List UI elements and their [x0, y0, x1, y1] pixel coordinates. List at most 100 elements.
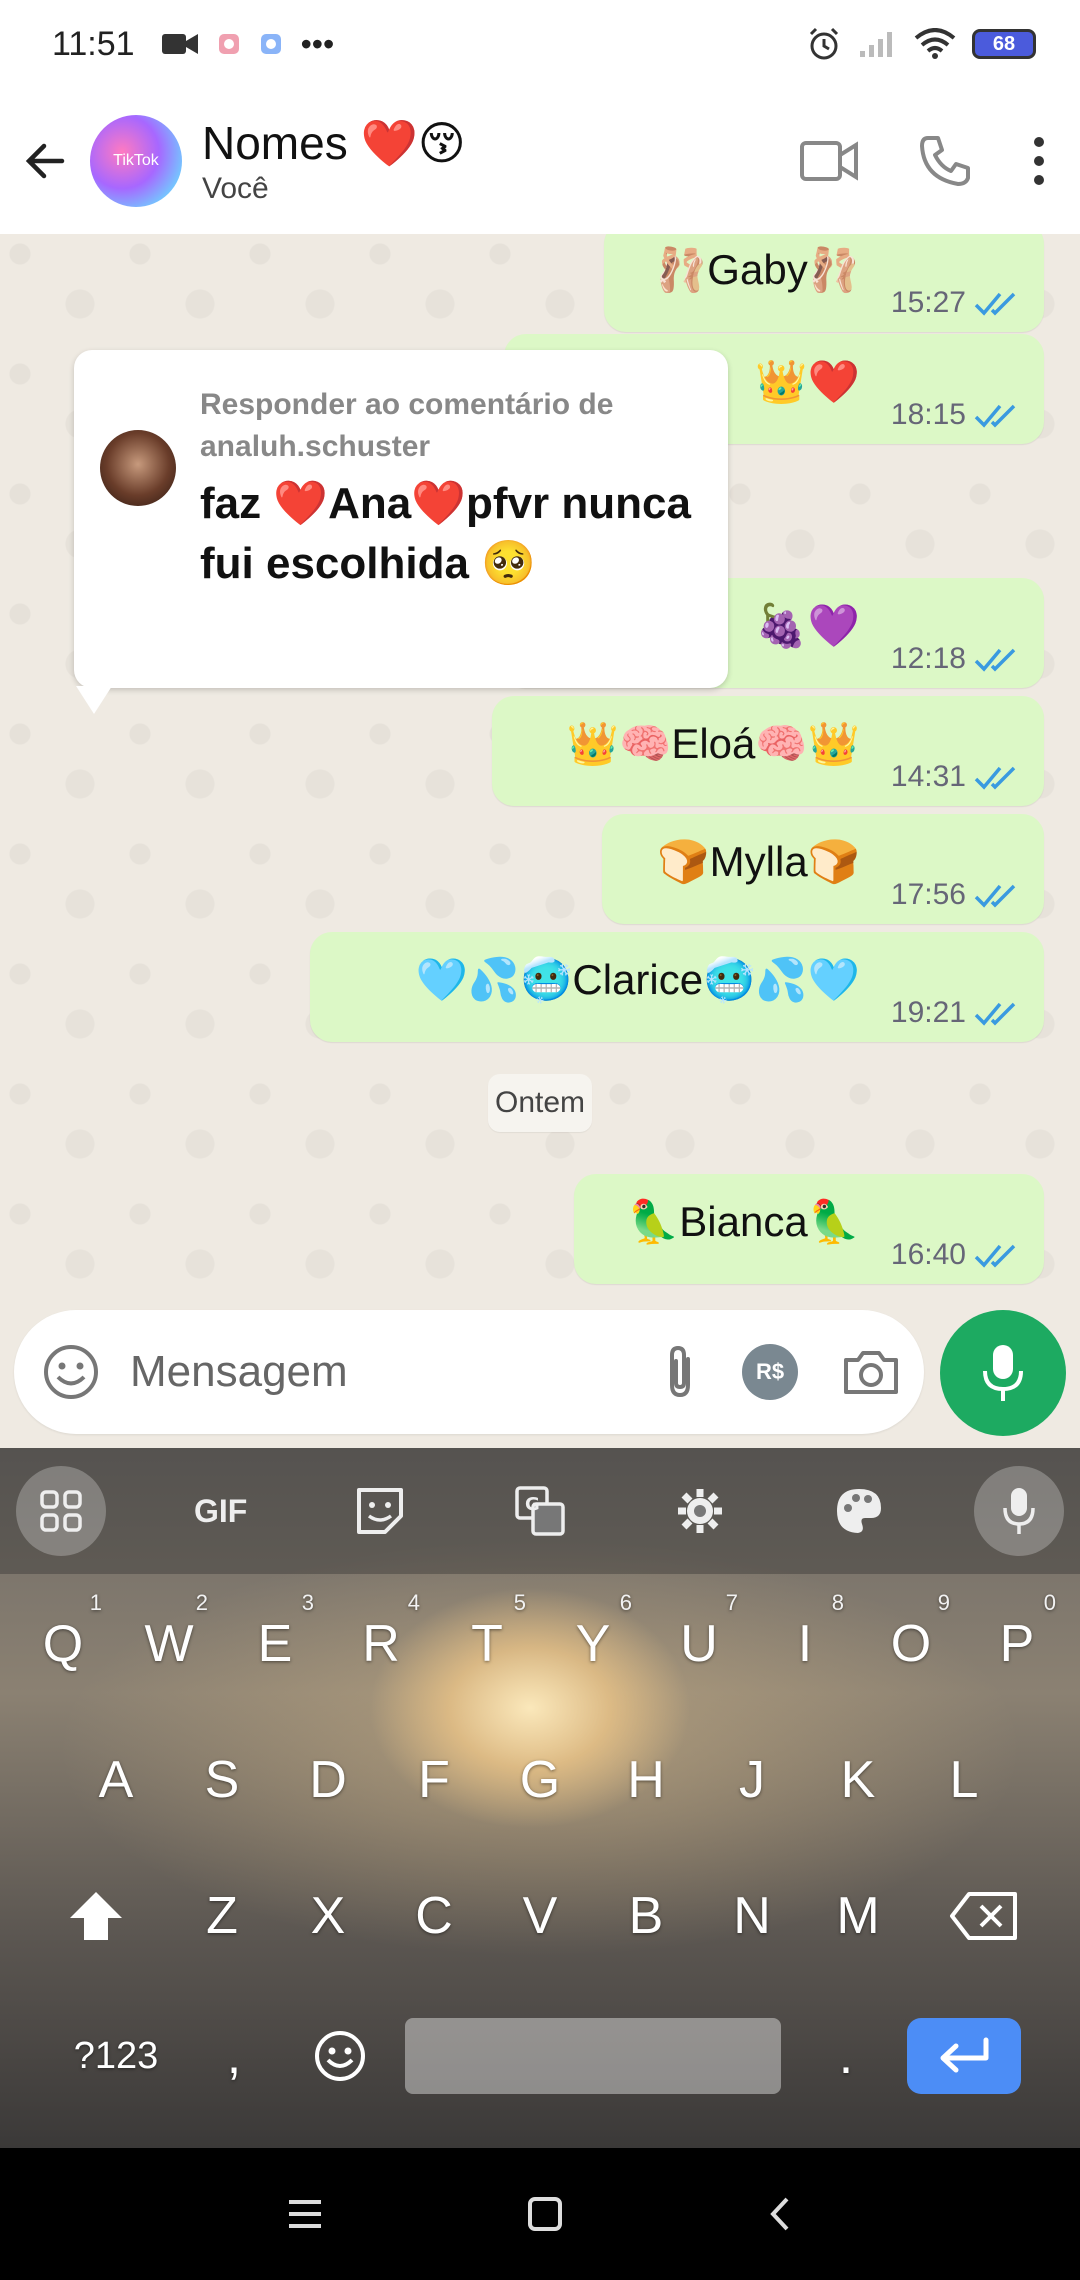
shift-key[interactable]	[43, 1856, 149, 1976]
message-time: 16:40	[890, 1238, 966, 1271]
key-w[interactable]: W2	[116, 1584, 222, 1704]
reply-comment: faz ❤️Ana❤️pfvr nunca fui escolhida 🥺	[200, 479, 691, 588]
chat-title-block[interactable]: Nomes ❤️😚 Você	[202, 116, 466, 206]
back-button[interactable]	[16, 131, 76, 191]
key-h[interactable]: H	[593, 1720, 699, 1840]
keyboard-row-3: Z X C V B N M	[0, 1856, 1080, 1976]
key-b[interactable]: B	[593, 1856, 699, 1976]
period-key[interactable]: .	[793, 1996, 899, 2116]
key-z[interactable]: Z	[169, 1856, 275, 1976]
enter-key[interactable]	[907, 2018, 1021, 2094]
key-o[interactable]: O9	[858, 1584, 964, 1704]
message-text: 🩰Gaby🩰	[655, 246, 860, 293]
settings-button[interactable]	[655, 1466, 745, 1556]
comma-key[interactable]: ,	[181, 1996, 287, 2116]
keyboard-row-4: ?123 , .	[0, 1996, 1080, 2116]
camera-icon[interactable]	[842, 1348, 900, 1396]
gif-button[interactable]: GIF	[176, 1466, 266, 1556]
read-ticks-icon	[974, 766, 1016, 790]
key-l[interactable]: L	[911, 1720, 1017, 1840]
key-label: E	[257, 1615, 293, 1673]
header-actions	[800, 134, 1080, 188]
apps-grid-button[interactable]	[16, 1466, 106, 1556]
key-hint: 4	[407, 1590, 420, 1615]
translate-button[interactable]: G	[495, 1466, 585, 1556]
key-a[interactable]: A	[63, 1720, 169, 1840]
key-e[interactable]: E3	[222, 1584, 328, 1704]
space-key[interactable]	[405, 2018, 781, 2094]
tiktok-reply-sticker: Responder ao comentário de analuh.schust…	[74, 350, 728, 714]
notification-icons: •••	[161, 26, 334, 63]
key-s[interactable]: S	[169, 1720, 275, 1840]
key-t[interactable]: T5	[434, 1584, 540, 1704]
space-key-slot	[393, 1996, 793, 2116]
key-label: O	[890, 1615, 932, 1673]
sticker-button[interactable]	[335, 1466, 425, 1556]
key-u[interactable]: U7	[646, 1584, 752, 1704]
voice-call-icon[interactable]	[918, 134, 972, 188]
message-bubble[interactable]: 🦜Bianca🦜 16:40	[574, 1174, 1044, 1284]
chat-title: Nomes ❤️😚	[202, 117, 466, 169]
back-nav-icon[interactable]	[765, 2194, 795, 2234]
key-hint: 5	[513, 1590, 526, 1615]
group-avatar[interactable]: TikTok	[90, 115, 182, 207]
key-r[interactable]: R4	[328, 1584, 434, 1704]
date-separator: Ontem	[488, 1074, 592, 1132]
message-composer[interactable]: Mensagem R$	[14, 1310, 924, 1434]
message-bubble[interactable]: 🩰Gaby🩰 15:27	[604, 234, 1044, 332]
attach-icon[interactable]	[662, 1343, 698, 1401]
message-time: 15:27	[890, 286, 966, 319]
chat-area[interactable]: 🩰Gaby🩰 15:27 👑❤️ 18:15 🍇💜 12:18 👑🧠Eloá🧠👑…	[0, 234, 1080, 1304]
more-options-icon[interactable]	[1032, 136, 1046, 186]
video-call-icon[interactable]	[800, 139, 858, 183]
arrow-left-icon	[25, 143, 65, 179]
key-k[interactable]: K	[805, 1720, 911, 1840]
symbols-key[interactable]: ?123	[51, 1996, 181, 2116]
key-y[interactable]: Y6	[540, 1584, 646, 1704]
message-text: 🍇💜	[755, 602, 860, 649]
key-x[interactable]: X	[275, 1856, 381, 1976]
key-q[interactable]: Q1	[10, 1584, 116, 1704]
key-m[interactable]: M	[805, 1856, 911, 1976]
reply-label: Responder ao comentário de analuh.schust…	[200, 388, 614, 463]
keyboard-row-1: Q1 W2 E3 R4 T5 Y6 U7 I8 O9 P0	[0, 1584, 1080, 1704]
key-f[interactable]: F	[381, 1720, 487, 1840]
key-label: I	[797, 1615, 813, 1673]
message-input[interactable]: Mensagem	[130, 1347, 662, 1397]
key-v[interactable]: V	[487, 1856, 593, 1976]
message-bubble[interactable]: 🍞Mylla🍞 17:56	[602, 814, 1044, 924]
system-nav-bar	[0, 2148, 1080, 2280]
message-bubble[interactable]: 👑🧠Eloá🧠👑 14:31	[492, 696, 1044, 806]
backspace-key[interactable]	[931, 1856, 1037, 1976]
key-hint: 7	[725, 1590, 738, 1615]
message-bubble[interactable]: 🩵💦🥶Clarice🥶💦🩵 19:21	[310, 932, 1044, 1042]
payment-icon[interactable]: R$	[742, 1344, 798, 1400]
key-hint: 0	[1043, 1590, 1056, 1615]
key-j[interactable]: J	[699, 1720, 805, 1840]
status-time: 11:51	[52, 24, 135, 63]
read-ticks-icon	[974, 404, 1016, 428]
grid-icon	[40, 1490, 82, 1532]
read-ticks-icon	[974, 884, 1016, 908]
theme-button[interactable]	[814, 1466, 904, 1556]
key-p[interactable]: P0	[964, 1584, 1070, 1704]
menu-icon[interactable]	[285, 2197, 325, 2231]
palette-icon	[837, 1489, 882, 1533]
key-label: Q	[42, 1615, 84, 1673]
message-time: 17:56	[890, 878, 966, 911]
home-icon[interactable]	[525, 2194, 565, 2234]
key-i[interactable]: I8	[752, 1584, 858, 1704]
emoji-icon	[315, 2031, 365, 2081]
key-n[interactable]: N	[699, 1856, 805, 1976]
emoji-key[interactable]	[287, 1996, 393, 2116]
voice-input-button[interactable]	[973, 1466, 1064, 1556]
emoji-icon[interactable]	[42, 1343, 100, 1401]
message-time: 12:18	[890, 642, 966, 675]
avatar-tiktok-text: TikTok	[113, 152, 159, 169]
alarm-icon	[809, 27, 839, 60]
key-g[interactable]: G	[487, 1720, 593, 1840]
key-d[interactable]: D	[275, 1720, 381, 1840]
read-ticks-icon	[974, 1244, 1016, 1268]
voice-record-button[interactable]	[940, 1310, 1066, 1436]
key-c[interactable]: C	[381, 1856, 487, 1976]
